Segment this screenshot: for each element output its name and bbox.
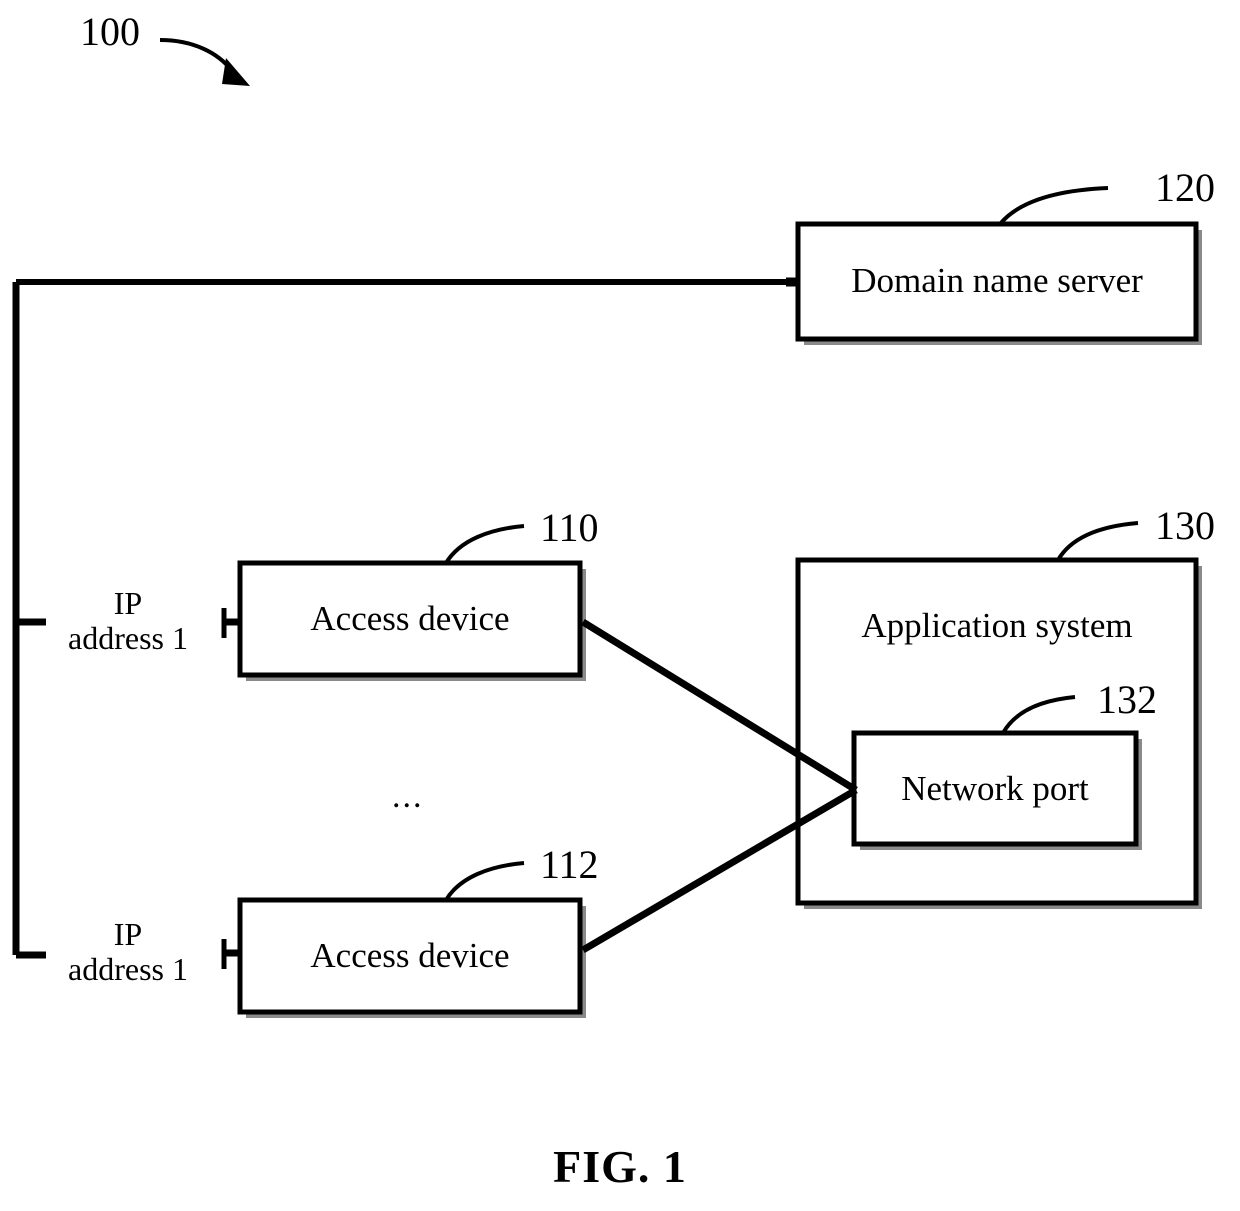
system-ref-leader <box>159 38 250 86</box>
system-ref-number: 100 <box>80 9 140 54</box>
access-devices-ellipsis: ... <box>392 778 424 815</box>
access-device-1-ip-address-label: IP address 1 <box>40 586 216 655</box>
domain-name-server-ref-number: 120 <box>1155 165 1215 210</box>
access-device-2-ip-line2: address 1 <box>68 950 188 987</box>
application-system-leader <box>1056 521 1139 562</box>
domain-name-server-label: Domain name server <box>851 261 1143 300</box>
access-device-1-leader <box>444 524 525 565</box>
access-device-2-label: Access device <box>310 936 510 975</box>
access-device-2-ref-number: 112 <box>540 842 599 887</box>
access-device-2-ip-line1: IP <box>113 916 143 952</box>
figure-caption: FIG. 1 <box>553 1141 687 1192</box>
patent-figure: 100 Domain name server 120 Access device… <box>0 0 1240 1211</box>
application-system-label: Application system <box>861 606 1133 645</box>
access-device-2-ip-address-label: IP address 1 <box>40 917 216 986</box>
access-device-1-ip-line1: IP <box>113 585 143 621</box>
access-device-1-ip-line2: address 1 <box>68 619 188 656</box>
domain-name-server-leader <box>998 186 1109 226</box>
access-device-1-label: Access device <box>310 599 510 638</box>
access-device-1-ref-number: 110 <box>540 505 599 550</box>
access-device-2-leader <box>444 861 525 902</box>
application-system-ref-number: 130 <box>1155 503 1215 548</box>
network-port-label: Network port <box>901 769 1089 808</box>
network-port-ref-number: 132 <box>1097 677 1157 722</box>
